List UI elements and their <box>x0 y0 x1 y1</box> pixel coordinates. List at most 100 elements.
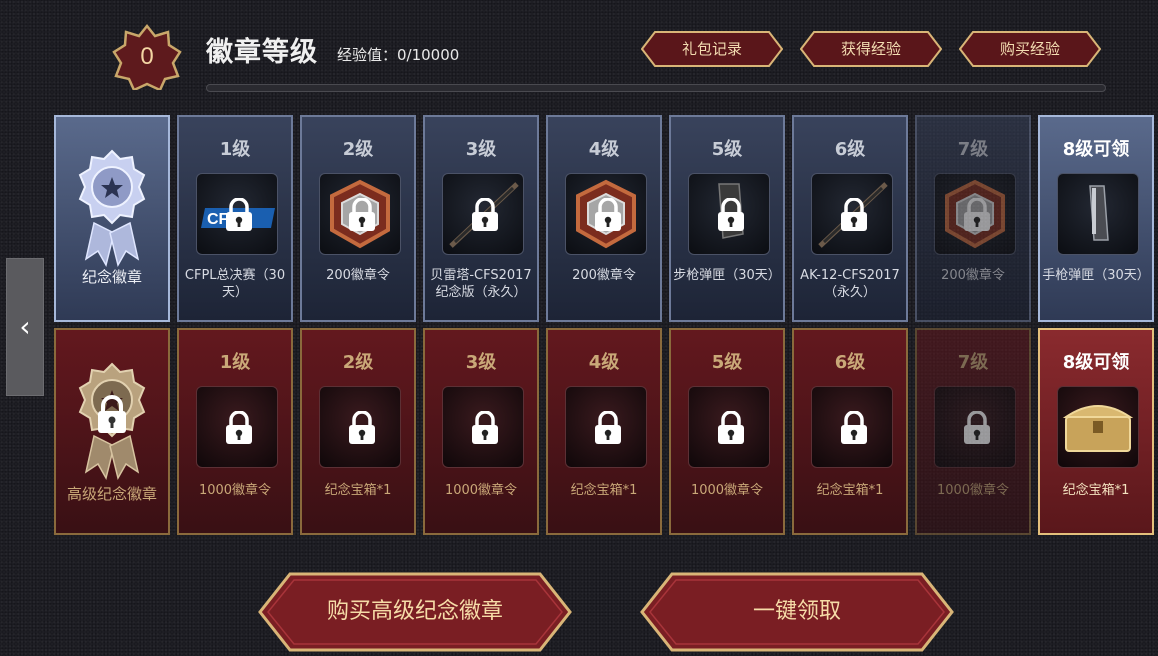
reward-item[interactable] <box>319 386 401 468</box>
reward-name: 200徽章令 <box>941 268 1005 283</box>
reward-item[interactable]: CFPL <box>196 173 278 255</box>
reward-item[interactable] <box>811 173 893 255</box>
level-label: 2级 <box>342 139 374 160</box>
normal-badge-label: 纪念徽章 <box>81 268 142 286</box>
level-badge: 0 <box>112 24 182 90</box>
normal-reward-cell[interactable]: 6级 AK-12-CFS2017（永久） <box>792 115 908 322</box>
reward-item[interactable] <box>196 386 278 468</box>
premium-reward-cell[interactable]: 7级 1000徽章令 <box>915 328 1031 535</box>
reward-item[interactable] <box>442 386 524 468</box>
premium-badge-label: 高级纪念徽章 <box>66 485 157 503</box>
reward-name: 纪念宝箱*1 <box>816 483 884 498</box>
get-exp-button[interactable]: 获得经验 <box>800 31 942 67</box>
normal-reward-cell[interactable]: 5级 步枪弹匣（30天） <box>669 115 785 322</box>
premium-reward-cell[interactable]: 2级纪念宝箱*1 <box>300 328 416 535</box>
level-label: 5级 <box>711 352 743 373</box>
level-label: 1级 <box>219 352 251 373</box>
reward-name: 200徽章令 <box>572 268 636 283</box>
reward-name: 纪念宝箱*1 <box>324 483 392 498</box>
lock-icon <box>841 198 867 231</box>
lock-icon <box>226 411 252 444</box>
normal-reward-cell[interactable]: 7级 200徽章令 <box>915 115 1031 322</box>
page-title: 徽章等级 <box>206 37 318 68</box>
reward-name: 1000徽章令 <box>444 483 518 498</box>
reward-name: 步枪弹匣（30天） <box>673 268 781 283</box>
level-label: 7级 <box>957 352 989 373</box>
buy-exp-label: 购买经验 <box>999 40 1060 58</box>
reward-item[interactable] <box>811 386 893 468</box>
reward-name: CFPL总决赛（30天） <box>184 268 286 300</box>
level-label: 7级 <box>957 139 989 160</box>
level-label: 6级 <box>834 139 866 160</box>
reward-item[interactable] <box>319 173 401 255</box>
reward-item[interactable] <box>934 173 1016 255</box>
chevron-left-icon: ‹ <box>19 310 31 343</box>
level-label: 6级 <box>834 352 866 373</box>
premium-reward-cell[interactable]: 4级纪念宝箱*1 <box>546 328 662 535</box>
reward-item[interactable] <box>934 386 1016 468</box>
premium-reward-cell[interactable]: 1级 1000徽章令 <box>177 328 293 535</box>
reward-name: 贝雷塔-CFS2017纪念版（永久） <box>430 268 532 300</box>
buy-exp-button[interactable]: 购买经验 <box>959 31 1101 67</box>
lock-icon <box>472 411 498 444</box>
lock-icon <box>841 411 867 444</box>
lock-icon <box>595 411 621 444</box>
lock-icon <box>718 198 744 231</box>
reward-item[interactable] <box>688 386 770 468</box>
level-label: 2级 <box>342 352 374 373</box>
reward-name: 1000徽章令 <box>690 483 764 498</box>
level-label: 3级 <box>465 139 497 160</box>
lock-icon <box>964 198 990 231</box>
normal-reward-cell[interactable]: 8级可领手枪弹匣（30天） <box>1038 115 1154 322</box>
normal-badge-header: 纪念徽章 <box>54 115 170 322</box>
reward-name: 1000徽章令 <box>198 483 272 498</box>
reward-name: 纪念宝箱*1 <box>1062 483 1130 498</box>
reward-item[interactable] <box>688 173 770 255</box>
reward-item[interactable] <box>1057 386 1139 468</box>
gift-record-label: 礼包记录 <box>681 40 742 58</box>
lock-icon <box>226 198 252 231</box>
lock-icon <box>718 411 744 444</box>
level-label: 8级可领 <box>1062 139 1130 160</box>
lock-icon <box>964 411 990 444</box>
exp-value: 经验值：0/10000 <box>337 46 460 64</box>
reward-name: 手枪弹匣（30天） <box>1042 268 1150 283</box>
claim-all-label: 一键领取 <box>752 599 841 624</box>
level-label: 1级 <box>219 139 251 160</box>
premium-reward-cell[interactable]: 5级 1000徽章令 <box>669 328 785 535</box>
lock-icon <box>349 198 375 231</box>
reward-name: 1000徽章令 <box>936 483 1010 498</box>
treasure-chest-icon <box>1062 405 1134 452</box>
premium-reward-cell[interactable]: 6级纪念宝箱*1 <box>792 328 908 535</box>
pistol-magazine-icon <box>1089 185 1109 241</box>
level-label: 8级可领 <box>1062 352 1130 373</box>
normal-reward-cell[interactable]: 2级 200徽章令 <box>300 115 416 322</box>
normal-reward-cell[interactable]: 4级 200徽章令 <box>546 115 662 322</box>
level-label: 4级 <box>588 139 620 160</box>
level-label: 3级 <box>465 352 497 373</box>
reward-item[interactable] <box>565 173 647 255</box>
get-exp-label: 获得经验 <box>840 40 901 58</box>
reward-name: 200徽章令 <box>326 268 390 283</box>
level-label: 4级 <box>588 352 620 373</box>
reward-item[interactable] <box>442 173 524 255</box>
lock-icon <box>349 411 375 444</box>
reward-name: AK-12-CFS2017（永久） <box>800 268 900 300</box>
buy-premium-badge-label: 购买高级纪念徽章 <box>326 599 503 624</box>
lock-icon <box>472 198 498 231</box>
lock-icon <box>595 198 621 231</box>
reward-item[interactable] <box>1057 173 1139 255</box>
reward-name: 纪念宝箱*1 <box>570 483 638 498</box>
normal-reward-cell[interactable]: 1级 CFPL CFPL总决赛（30天） <box>177 115 293 322</box>
reward-item[interactable] <box>565 386 647 468</box>
buy-premium-badge-button[interactable]: 购买高级纪念徽章 <box>258 572 572 652</box>
claim-all-button[interactable]: 一键领取 <box>640 572 954 652</box>
normal-reward-cell[interactable]: 3级贝雷塔-CFS2017纪念版（永久） <box>423 115 539 322</box>
level-number: 0 <box>140 43 154 70</box>
premium-reward-cell[interactable]: 3级 1000徽章令 <box>423 328 539 535</box>
exp-progress-bar <box>206 84 1106 92</box>
gift-record-button[interactable]: 礼包记录 <box>641 31 783 67</box>
prev-page-button[interactable]: ‹ <box>6 258 44 396</box>
premium-badge-header: 高级纪念徽章 <box>54 328 170 535</box>
premium-reward-cell[interactable]: 8级可领纪念宝箱*1 <box>1038 328 1154 535</box>
